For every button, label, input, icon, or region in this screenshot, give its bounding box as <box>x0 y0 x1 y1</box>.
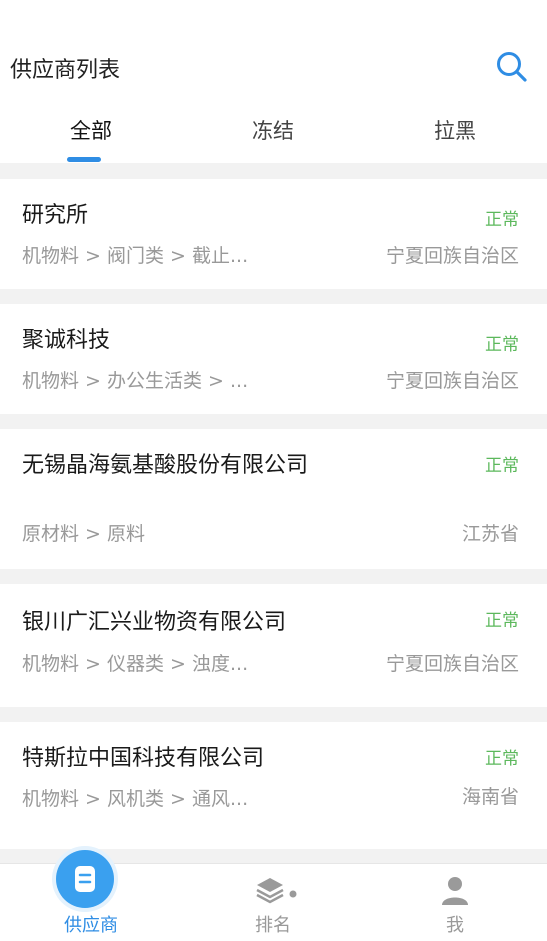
tab-blacklisted[interactable]: 拉黑 <box>364 115 546 145</box>
supplier-card[interactable]: 聚诚科技 正常 机物料 > 办公生活类 > ... 宁夏回族自治区 <box>0 304 547 414</box>
supplier-name: 聚诚科技 <box>22 328 111 353</box>
layers-icon <box>256 878 297 904</box>
page-title: 供应商列表 <box>10 58 121 83</box>
status-badge: 正常 <box>485 456 519 476</box>
supplier-region: 宁夏回族自治区 <box>385 370 519 392</box>
header: 供应商列表 <box>0 0 547 105</box>
document-icon <box>75 866 95 892</box>
nav-item-me[interactable]: 我 <box>364 864 546 941</box>
supplier-category: 机物料 > 办公生活类 > ... <box>22 370 249 392</box>
supplier-category: 机物料 > 阀门类 > 截止... <box>22 245 249 267</box>
search-button[interactable] <box>495 50 529 84</box>
status-badge: 正常 <box>485 210 519 230</box>
search-icon <box>497 52 527 82</box>
nav-icon-wrapper <box>56 850 114 908</box>
bottom-nav: 供应商 排名 我 <box>0 850 547 941</box>
supplier-region: 宁夏回族自治区 <box>385 245 519 267</box>
tab-all[interactable]: 全部 <box>0 115 182 145</box>
supplier-region: 海南省 <box>461 786 519 808</box>
active-tab-indicator <box>67 157 101 162</box>
supplier-region: 江苏省 <box>461 523 519 545</box>
supplier-category: 机物料 > 风机类 > 通风... <box>22 788 249 810</box>
status-badge: 正常 <box>485 749 519 769</box>
status-badge: 正常 <box>485 611 519 631</box>
supplier-name: 银川广汇兴业物资有限公司 <box>22 610 287 635</box>
nav-label: 供应商 <box>64 915 118 936</box>
supplier-name: 特斯拉中国科技有限公司 <box>22 746 265 771</box>
supplier-card[interactable]: 研究所 正常 机物料 > 阀门类 > 截止... 宁夏回族自治区 <box>0 179 547 289</box>
tab-frozen[interactable]: 冻结 <box>182 115 364 145</box>
supplier-category: 原材料 > 原料 <box>22 523 145 545</box>
nav-item-suppliers[interactable]: 供应商 <box>0 850 182 941</box>
supplier-region: 宁夏回族自治区 <box>385 653 519 675</box>
filter-tabs: 全部 冻结 拉黑 <box>0 105 547 163</box>
supplier-card[interactable]: 无锡晶海氨基酸股份有限公司 正常 原材料 > 原料 江苏省 <box>0 429 547 569</box>
app: 供应商列表 全部 冻结 拉黑 研究所 正常 机物料 > 阀门类 > 截止... … <box>0 0 547 941</box>
nav-item-ranking[interactable]: 排名 <box>182 864 364 941</box>
supplier-category: 机物料 > 仪器类 > 浊度... <box>22 653 249 675</box>
supplier-name: 研究所 <box>22 203 89 228</box>
supplier-list[interactable]: 研究所 正常 机物料 > 阀门类 > 截止... 宁夏回族自治区 聚诚科技 正常… <box>0 163 547 863</box>
status-badge: 正常 <box>485 335 519 355</box>
user-icon <box>442 877 468 905</box>
supplier-card[interactable]: 特斯拉中国科技有限公司 正常 机物料 > 风机类 > 通风... 海南省 <box>0 722 547 849</box>
supplier-name: 无锡晶海氨基酸股份有限公司 <box>22 453 309 478</box>
nav-label: 排名 <box>255 915 291 936</box>
supplier-card[interactable]: 银川广汇兴业物资有限公司 正常 机物料 > 仪器类 > 浊度... 宁夏回族自治… <box>0 584 547 707</box>
nav-label: 我 <box>446 915 464 936</box>
